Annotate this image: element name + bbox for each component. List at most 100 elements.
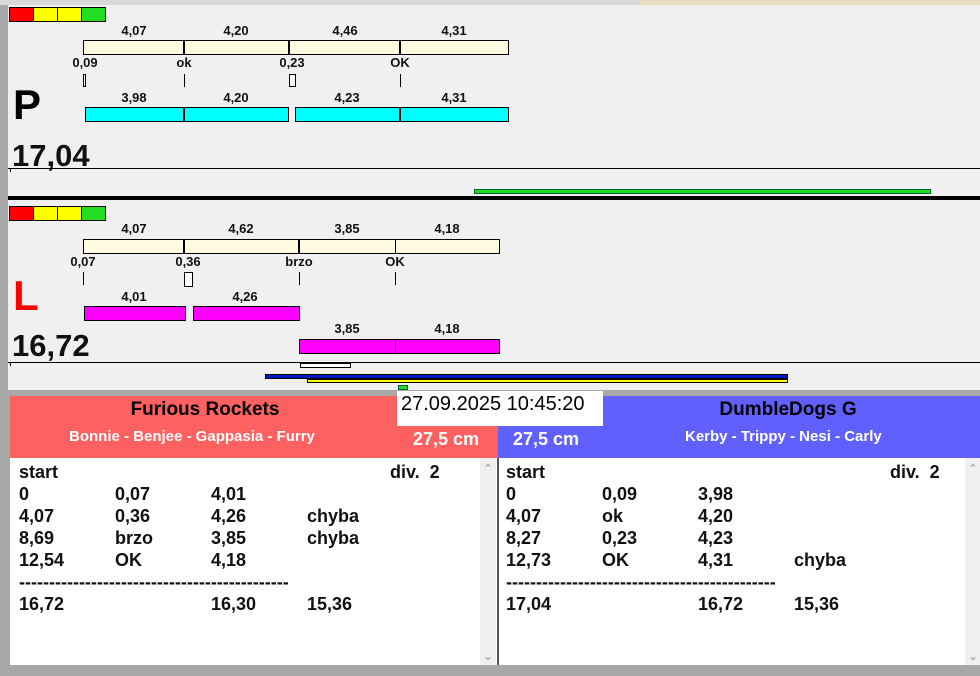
result-cell: ok <box>602 506 624 526</box>
indicator-green <box>81 7 106 22</box>
run-label: 3,85 <box>334 321 360 336</box>
scrollbar[interactable]: ⌃ ⌄ <box>480 458 496 665</box>
total-cell: 16,72 <box>19 594 65 614</box>
run-bar <box>295 107 509 122</box>
team-name: Furious Rockets <box>130 399 280 420</box>
run-label: 3,98 <box>121 90 147 105</box>
result-cell: chyba <box>307 528 360 548</box>
mark-label: brzo <box>285 254 313 269</box>
result-cell: 4,18 <box>211 550 247 570</box>
mark-tick <box>299 272 300 285</box>
result-cell: 12,54 <box>19 550 65 570</box>
scrollbar[interactable]: ⌃ ⌄ <box>965 458 980 665</box>
jump-height: 27,5 cm <box>413 429 480 449</box>
result-cell: 3,98 <box>698 484 734 504</box>
mark-tick <box>83 272 84 285</box>
run-bar <box>84 306 186 321</box>
reference-bar <box>83 40 509 55</box>
mark-tick <box>289 74 296 87</box>
lane-letter: P <box>13 81 42 128</box>
run-label: 4,18 <box>434 321 460 336</box>
result-cell: 3,85 <box>211 528 247 548</box>
result-cell: chyba <box>794 550 847 570</box>
progress-bar-yellow <box>307 379 788 383</box>
result-cell: 4,23 <box>698 528 734 548</box>
jump-height: 27,5 cm <box>513 429 580 449</box>
total-cell: 16,72 <box>698 594 744 614</box>
mark-tick <box>184 272 193 287</box>
ref-label: 4,07 <box>121 221 147 236</box>
ref-label: 4,31 <box>441 23 467 38</box>
ref-label: 4,46 <box>332 23 358 38</box>
indicator-yellow <box>57 7 82 22</box>
result-cell: 4,20 <box>698 506 734 526</box>
run-bar <box>299 339 500 354</box>
indicator-red <box>9 206 34 221</box>
result-cell: 4,01 <box>211 484 247 504</box>
right-results-pane: start div. 2 0 0,09 3,98 4,07 ok 4,20 8,27 0,23… <box>499 458 980 665</box>
separator: ----------------------------------------… <box>19 572 289 592</box>
run-label: 4,20 <box>223 90 249 105</box>
indicator-yellow <box>33 7 58 22</box>
result-cell: 12,73 <box>506 550 552 570</box>
team-dogs: Bonnie - Benjee - Gappasia - Furry <box>69 428 315 445</box>
total-cell: 16,30 <box>211 594 257 614</box>
run-label: 4,23 <box>334 90 360 105</box>
start-label: start <box>19 462 59 482</box>
run-bar <box>85 107 289 122</box>
result-cell: 4,31 <box>698 550 734 570</box>
division-label: div. 2 <box>890 462 940 482</box>
mark-tick <box>395 272 396 285</box>
run-bar <box>193 306 300 321</box>
mark-label: 0,09 <box>72 55 98 70</box>
team-name: DumbleDogs G <box>719 399 857 420</box>
ref-label: 4,62 <box>228 221 254 236</box>
lane-l: 4,07 4,62 3,85 4,18 0,07 0,36 brzo OK L … <box>8 200 980 390</box>
result-cell: 4,07 <box>506 506 542 526</box>
timeline-marker <box>300 363 351 368</box>
run-label: 4,01 <box>121 289 147 304</box>
datetime: 27.09.2025 10:45:20 <box>397 391 603 426</box>
result-cell: 0,09 <box>602 484 638 504</box>
run-label: 4,26 <box>232 289 258 304</box>
timeline-axis <box>8 362 980 363</box>
mark-tick <box>400 74 401 87</box>
result-cell: 0,07 <box>115 484 151 504</box>
team-dogs: Kerby - Trippy - Nesi - Carly <box>685 428 882 445</box>
result-cell: 0 <box>506 484 517 504</box>
mark-label: 0,23 <box>279 55 305 70</box>
total-cell: 17,04 <box>506 594 552 614</box>
result-cell: 0,23 <box>602 528 638 548</box>
lane-total: 16,72 <box>12 328 90 363</box>
run-label: 4,31 <box>441 90 467 105</box>
mark-tick <box>83 74 86 87</box>
total-cell: 15,36 <box>794 594 840 614</box>
result-cell: 0,36 <box>115 506 151 526</box>
result-cell: brzo <box>115 528 153 548</box>
indicator-yellow <box>33 206 58 221</box>
mark-label: OK <box>385 254 405 269</box>
result-cell: OK <box>602 550 629 570</box>
mark-label: 0,07 <box>70 254 96 269</box>
left-results-pane: start div. 2 0 0,07 4,01 4,07 0,36 4,26 chyba 8… <box>10 458 497 665</box>
mark-label: ok <box>176 55 192 70</box>
result-cell: 8,69 <box>19 528 55 548</box>
ref-label: 4,07 <box>121 23 147 38</box>
mark-label: OK <box>390 55 410 70</box>
ref-label: 4,20 <box>223 23 249 38</box>
result-cell: 4,26 <box>211 506 247 526</box>
ref-label: 3,85 <box>334 221 360 236</box>
timeline-axis <box>8 168 980 169</box>
result-cell: 0 <box>19 484 30 504</box>
progress-marker-green <box>398 385 408 390</box>
start-label: start <box>506 462 546 482</box>
lane-p: 4,07 4,20 4,46 4,31 0,09 ok 0,23 OK P 3,… <box>8 5 980 197</box>
indicator-yellow <box>57 206 82 221</box>
division-label: div. 2 <box>390 462 440 482</box>
mark-tick <box>184 74 185 87</box>
result-cell: chyba <box>307 506 360 526</box>
total-cell: 15,36 <box>307 594 353 614</box>
indicator-green <box>81 206 106 221</box>
ref-label: 4,18 <box>434 221 460 236</box>
reference-bar <box>83 239 500 254</box>
